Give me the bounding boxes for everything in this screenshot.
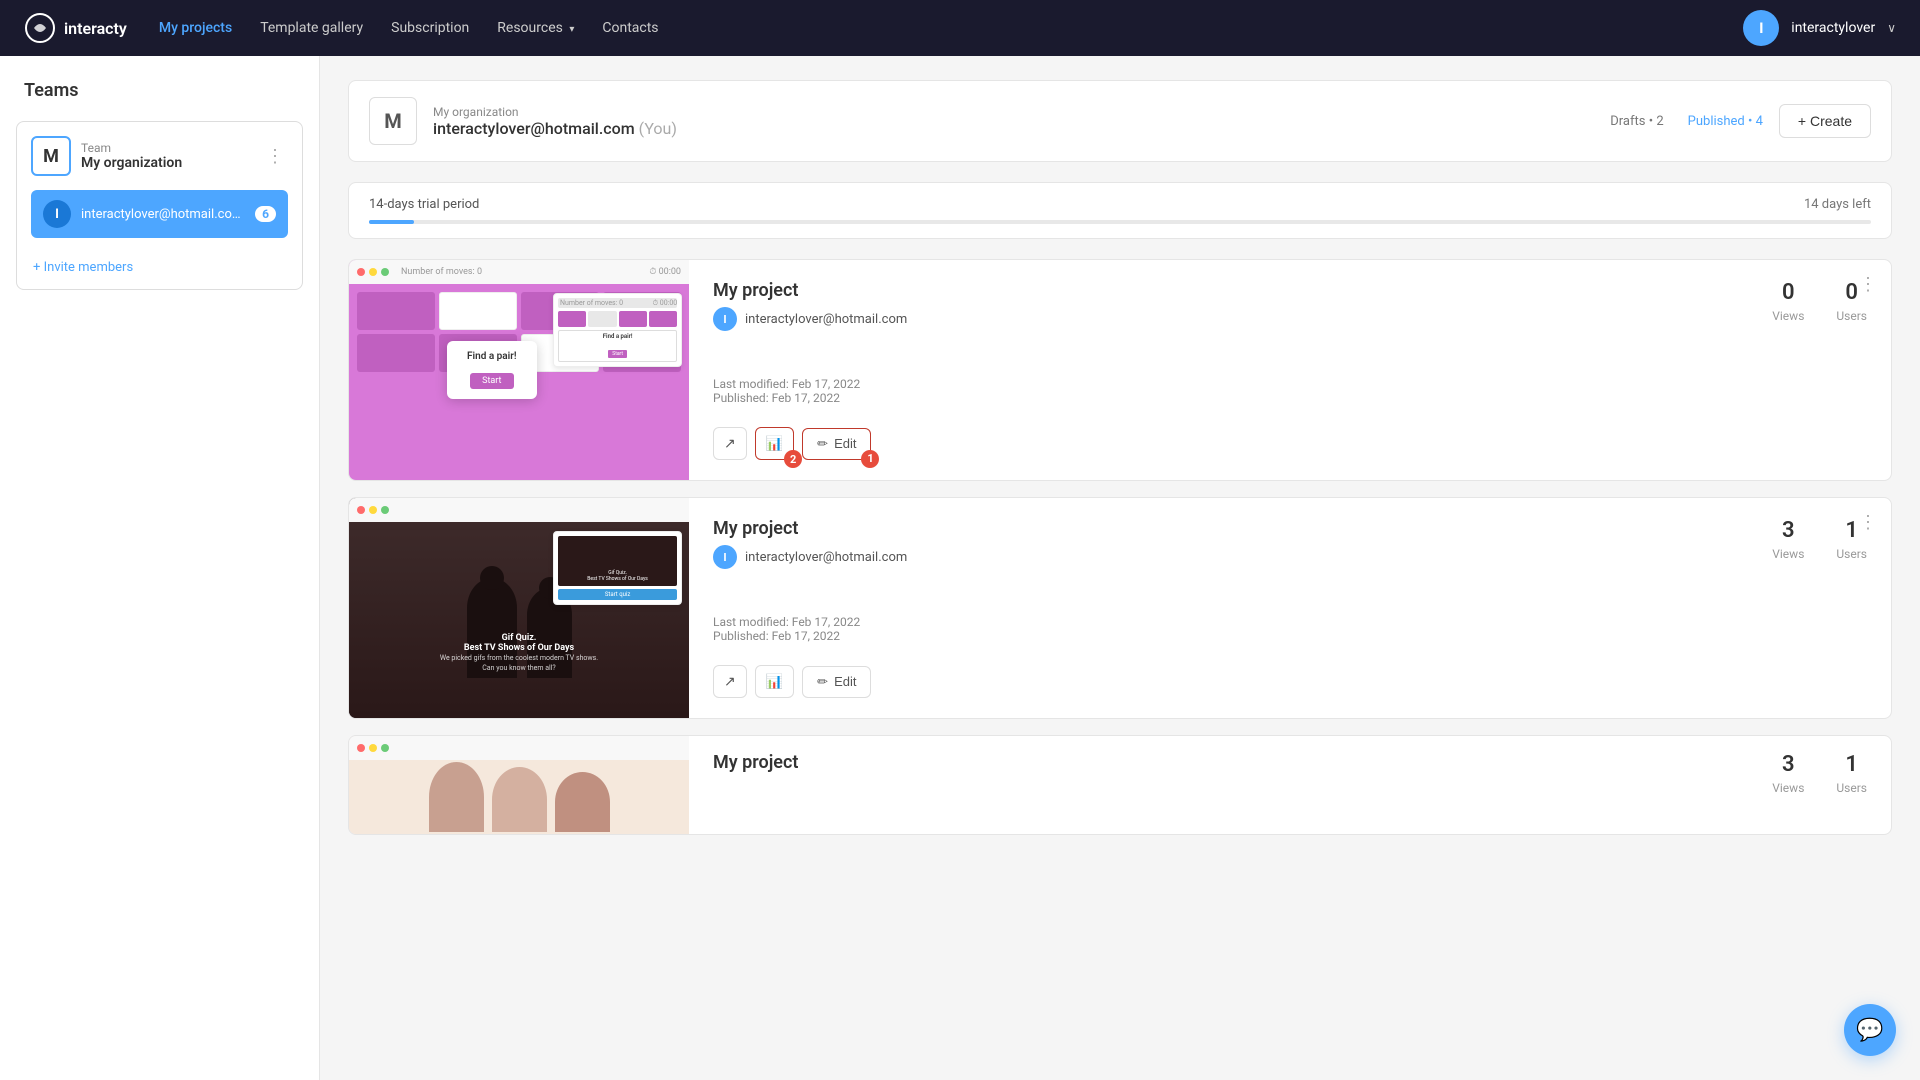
- views-count: 3: [1772, 518, 1804, 543]
- main-content: M My organization interactylover@hotmail…: [320, 56, 1920, 1080]
- member-avatar: I: [43, 200, 71, 228]
- invite-members-link[interactable]: + Invite members: [31, 252, 288, 289]
- views-label: Views: [1772, 309, 1804, 323]
- drafts-stat: Drafts • 2: [1610, 114, 1663, 129]
- trial-progress-fill: [369, 220, 414, 224]
- user-avatar: I: [1743, 10, 1779, 46]
- project-title: My project: [713, 518, 907, 539]
- project-title: My project: [713, 752, 798, 773]
- users-count: 1: [1836, 752, 1867, 777]
- create-button[interactable]: + Create: [1779, 104, 1871, 138]
- chat-button[interactable]: 💬: [1844, 1004, 1896, 1056]
- logo[interactable]: interacty: [24, 12, 127, 44]
- project-more-icon[interactable]: ⋮: [1859, 274, 1877, 295]
- org-header: M My organization interactylover@hotmail…: [348, 80, 1892, 162]
- team-card: M Team My organization ⋮ I interactylove…: [16, 121, 303, 290]
- nav-my-projects[interactable]: My projects: [159, 20, 232, 36]
- user-menu[interactable]: I interactylover ∨: [1743, 10, 1896, 46]
- edit-pencil-icon: ✏: [817, 436, 828, 452]
- team-name: My organization: [81, 155, 252, 171]
- stats-button[interactable]: 📊: [755, 665, 794, 698]
- project-card: Number of moves: 0 ⏱ 00:00: [348, 259, 1892, 481]
- project-card: Gif Quiz.Best TV Shows of Our DaysWe pic…: [348, 497, 1892, 719]
- project-more-icon[interactable]: ⋮: [1859, 512, 1877, 533]
- project-thumbnail: Number of moves: 0 ⏱ 00:00: [349, 260, 689, 480]
- views-count: 0: [1772, 280, 1804, 305]
- nav-subscription[interactable]: Subscription: [391, 20, 469, 36]
- user-menu-chevron-icon: ∨: [1887, 21, 1896, 35]
- org-initial: M: [369, 97, 417, 145]
- edit-badge: 1: [861, 450, 879, 468]
- stats-badge: 2: [784, 450, 802, 468]
- owner-email: interactylover@hotmail.com: [745, 312, 907, 327]
- top-navigation: interacty My projects Template gallery S…: [0, 0, 1920, 56]
- chat-icon: 💬: [1856, 1018, 1883, 1043]
- team-initial: M: [31, 136, 71, 176]
- project-meta: Last modified: Feb 17, 2022 Published: F…: [713, 615, 1867, 643]
- project-actions: ↗ 📊 2 ✏ Edit 1: [713, 427, 1867, 460]
- open-button[interactable]: ↗: [713, 427, 747, 460]
- team-more-icon[interactable]: ⋮: [262, 142, 288, 171]
- sidebar-title: Teams: [16, 80, 303, 101]
- views-label: Views: [1772, 547, 1804, 561]
- project-details: ⋮ My project I interactylover@hotmail.co…: [689, 498, 1891, 718]
- project-thumbnail: Gif Quiz.Best TV Shows of Our DaysWe pic…: [349, 498, 689, 718]
- trial-bar: 14-days trial period 14 days left: [348, 182, 1892, 239]
- views-count: 3: [1772, 752, 1804, 777]
- team-info: Team My organization: [81, 141, 252, 171]
- nav-links: My projects Template gallery Subscriptio…: [159, 20, 1711, 36]
- logo-text: interacty: [64, 19, 127, 38]
- trial-label: 14-days trial period: [369, 197, 479, 212]
- trial-progress-background: [369, 220, 1871, 224]
- nav-template-gallery[interactable]: Template gallery: [260, 20, 363, 36]
- project-stats: 3 Views 1 Users: [1772, 752, 1867, 796]
- published-stat-link[interactable]: Published • 4: [1688, 114, 1763, 129]
- owner-email: interactylover@hotmail.com: [745, 550, 907, 565]
- org-info: My organization interactylover@hotmail.c…: [433, 105, 1594, 138]
- project-title: My project: [713, 280, 907, 301]
- project-details: My project 3 Views 1 Users: [689, 736, 1891, 834]
- org-name-label: My organization: [433, 105, 1594, 119]
- trial-days-left: 14 days left: [1804, 197, 1871, 212]
- resources-dropdown-icon: ▾: [569, 24, 574, 35]
- nav-contacts[interactable]: Contacts: [602, 20, 658, 36]
- org-stats: Drafts • 2 Published • 4: [1610, 114, 1763, 129]
- project-card: My project 3 Views 1 Users: [348, 735, 1892, 835]
- sidebar: Teams M Team My organization ⋮ I interac…: [0, 56, 320, 1080]
- team-label: Team: [81, 141, 252, 155]
- users-label: Users: [1836, 309, 1867, 323]
- member-row[interactable]: I interactylover@hotmail.com... 6: [31, 190, 288, 238]
- owner-avatar: I: [713, 545, 737, 569]
- nav-resources[interactable]: Resources ▾: [497, 20, 574, 36]
- edit-button[interactable]: ✏ Edit: [802, 666, 871, 698]
- user-name-label: interactylover: [1791, 20, 1875, 36]
- open-button[interactable]: ↗: [713, 665, 747, 698]
- member-badge: 6: [255, 206, 276, 222]
- project-actions: ↗ 📊 ✏ Edit: [713, 665, 1867, 698]
- project-meta: Last modified: Feb 17, 2022 Published: F…: [713, 377, 1867, 405]
- project-stats: 0 Views 0 Users: [1772, 280, 1867, 324]
- project-stats: 3 Views 1 Users: [1772, 518, 1867, 562]
- users-label: Users: [1836, 547, 1867, 561]
- member-email: interactylover@hotmail.com...: [81, 207, 245, 222]
- edit-pencil-icon: ✏: [817, 674, 828, 690]
- owner-avatar: I: [713, 307, 737, 331]
- org-email: interactylover@hotmail.com (You): [433, 119, 1594, 138]
- project-details: ⋮ My project I interactylover@hotmail.co…: [689, 260, 1891, 480]
- project-thumbnail: [349, 736, 689, 835]
